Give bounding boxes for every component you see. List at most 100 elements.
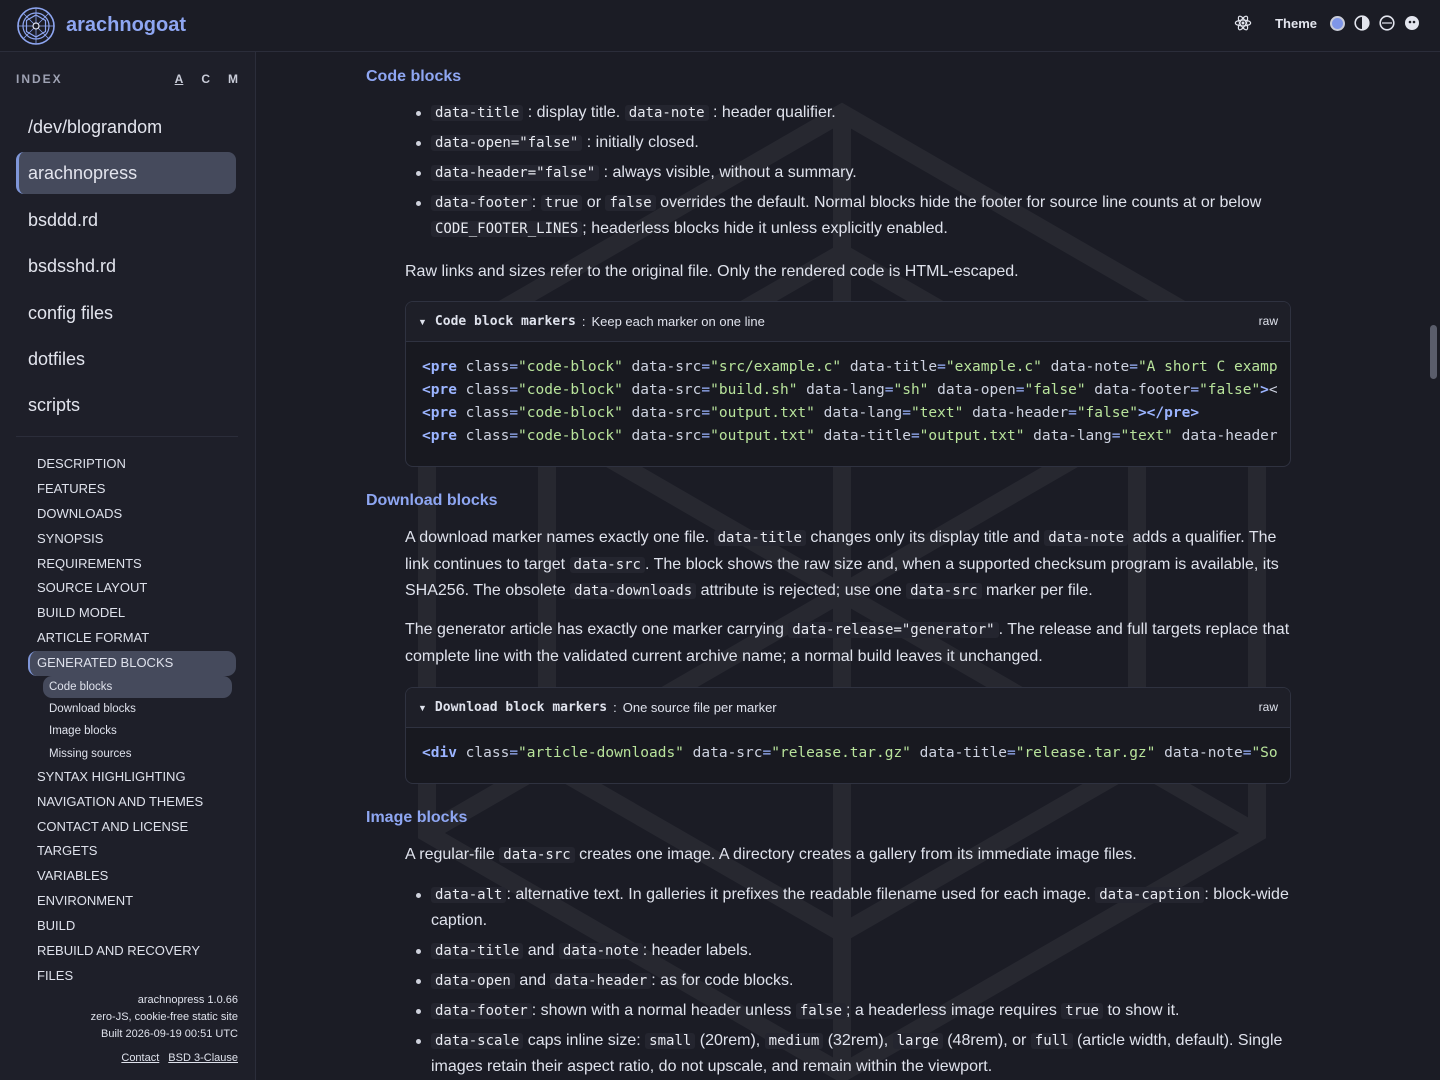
list-item: data-title and data-note: header labels. xyxy=(405,938,1290,964)
list-item-text: : header qualifier. xyxy=(713,104,836,121)
disclosure-triangle-icon[interactable]: ▼ xyxy=(418,703,427,713)
inline-code: CODE_FOOTER_LINES xyxy=(431,221,583,237)
toc-item[interactable]: VARIABLES xyxy=(28,864,236,889)
list-item: data-header="false" : always visible, wi… xyxy=(405,160,1290,186)
list-item-text: overrides the default. Normal blocks hid… xyxy=(660,194,1262,211)
code-line: <div class="article-downloads" data-src=… xyxy=(422,745,1278,761)
index-label: INDEX xyxy=(16,72,63,86)
inline-code: data-header="false" xyxy=(431,165,600,181)
article-list: /dev/blograndom arachnopress bsddd.rd bs… xyxy=(16,106,236,431)
license-link[interactable]: BSD 3-Clause xyxy=(168,1052,238,1064)
inline-code: data-title xyxy=(431,105,524,121)
toc-subitem[interactable]: Download blocks xyxy=(43,698,232,720)
code-listing: <div class="article-downloads" data-src=… xyxy=(406,728,1290,779)
paragraph-text: creates one image. A directory creates a… xyxy=(579,846,1137,863)
paragraph-text: A download marker names exactly one file… xyxy=(405,529,710,546)
article-link[interactable]: /dev/blograndom xyxy=(16,106,236,148)
inline-code: full xyxy=(1030,1033,1073,1049)
article-link[interactable]: config files xyxy=(16,292,236,334)
raw-link[interactable]: raw xyxy=(1259,700,1278,714)
raw-link[interactable]: raw xyxy=(1259,314,1278,328)
article-link[interactable]: scripts xyxy=(16,384,236,426)
paragraph: Raw links and sizes refer to the origina… xyxy=(405,263,1019,280)
build-timestamp: Built 2026-09-19 00:51 UTC xyxy=(101,1028,238,1040)
inline-code: large xyxy=(892,1033,943,1049)
inline-code: data-open xyxy=(431,973,515,989)
top-bar: arachnogoat Theme xyxy=(0,0,1440,52)
toc-subitem-active[interactable]: Code blocks xyxy=(43,676,232,699)
toc-item-active[interactable]: GENERATED BLOCKS xyxy=(28,651,236,677)
toc-item[interactable]: REBUILD AND RECOVERY xyxy=(28,939,236,964)
article-link[interactable]: bsddd.rd xyxy=(16,199,236,241)
paragraph-text: A regular-file xyxy=(405,846,495,863)
toc-item[interactable]: DESCRIPTION xyxy=(28,452,236,477)
theme-light-icon[interactable] xyxy=(1404,15,1420,31)
section-heading-image-blocks[interactable]: Image blocks xyxy=(366,809,467,827)
download-block-markers: ▼ Download block markers : One source fi… xyxy=(405,687,1291,784)
site-logo-icon[interactable] xyxy=(16,6,56,46)
toc-item[interactable]: SYNTAX HIGHLIGHTING xyxy=(28,765,236,790)
toc-item[interactable]: NAVIGATION AND THEMES xyxy=(28,790,236,815)
toc-item[interactable]: CONTACT AND LICENSE xyxy=(28,815,236,840)
code-block-attributes-list: data-title : display title. data-note : … xyxy=(405,100,1290,246)
list-item-text: or xyxy=(586,194,602,211)
disclosure-triangle-icon[interactable]: ▼ xyxy=(418,317,427,327)
toc-subitem[interactable]: Image blocks xyxy=(43,720,232,742)
toc-item[interactable]: ENVIRONMENT xyxy=(28,889,236,914)
list-item-text: (48rem), or xyxy=(947,1032,1027,1049)
code-line: <pre class="code-block" data-src="output… xyxy=(422,405,1200,421)
list-item-text: : xyxy=(531,194,537,211)
toc-item[interactable]: SOURCE LAYOUT xyxy=(28,576,236,601)
toc-subitem[interactable]: Missing sources xyxy=(43,743,232,765)
sidebar: INDEX A C M /dev/blograndom arachnopress… xyxy=(0,52,256,1080)
list-item-text: to show it. xyxy=(1107,1002,1180,1019)
list-item: data-open="false" : initially closed. xyxy=(405,130,1290,156)
sort-modified-button[interactable]: M xyxy=(228,72,238,86)
toc-item[interactable]: BUILD MODEL xyxy=(28,601,236,626)
list-item-text: ; headerless blocks hide it unless expli… xyxy=(582,220,948,237)
inline-code: false xyxy=(795,1003,847,1019)
toc-item[interactable]: REQUIREMENTS xyxy=(28,552,236,577)
site-title[interactable]: arachnogoat xyxy=(66,14,186,37)
inline-code: small xyxy=(645,1033,696,1049)
toc-item[interactable]: ARTICLE FORMAT xyxy=(28,626,236,651)
paragraph: The generator article has exactly one ma… xyxy=(405,617,1290,670)
code-block-header[interactable]: ▼ Download block markers : One source fi… xyxy=(406,688,1290,728)
paragraph: A regular-file data-src creates one imag… xyxy=(405,842,1290,869)
section-heading-download-blocks[interactable]: Download blocks xyxy=(366,492,498,510)
inline-code: true xyxy=(1061,1003,1103,1019)
theme-outline-icon[interactable] xyxy=(1379,15,1395,31)
list-item-text: : display title. xyxy=(527,104,621,121)
page-scrollbar[interactable] xyxy=(1430,325,1437,379)
list-item-text: : header labels. xyxy=(642,942,753,959)
sort-created-button[interactable]: C xyxy=(201,72,210,86)
toc-item[interactable]: FEATURES xyxy=(28,477,236,502)
code-block-note: One source file per marker xyxy=(622,700,777,715)
article-link[interactable]: bsdsshd.rd xyxy=(16,245,236,287)
list-item-text: caps inline size: xyxy=(527,1032,641,1049)
inline-code: data-footer xyxy=(431,1003,532,1019)
sort-alpha-button[interactable]: A xyxy=(175,72,184,86)
tagline-text: zero-JS, cookie-free static site xyxy=(90,1011,238,1023)
inline-code: false xyxy=(605,195,656,211)
theme-contrast-icon[interactable] xyxy=(1354,15,1370,31)
list-item-text: : initially closed. xyxy=(586,134,699,151)
inline-code: data-title xyxy=(431,943,524,959)
code-line: <pre class="code-block" data-src="src/ex… xyxy=(422,359,1278,375)
theme-blue-icon[interactable] xyxy=(1330,15,1345,31)
contact-link[interactable]: Contact xyxy=(121,1052,159,1064)
section-heading-code-blocks[interactable]: Code blocks xyxy=(366,68,461,86)
article-link-active[interactable]: arachnopress xyxy=(16,152,236,195)
toc-item[interactable]: FILES xyxy=(28,964,236,989)
list-item: data-open and data-header: as for code b… xyxy=(405,968,1290,994)
toc-item[interactable]: DOWNLOADS xyxy=(28,502,236,527)
theme-switcher: Theme xyxy=(1234,14,1420,32)
atom-icon[interactable] xyxy=(1234,14,1252,32)
paragraph-text: changes only its display title and xyxy=(810,529,1040,546)
paragraph-text: attribute is rejected; use one xyxy=(700,582,902,599)
article-link[interactable]: dotfiles xyxy=(16,338,236,380)
toc-item[interactable]: TARGETS xyxy=(28,839,236,864)
code-block-header[interactable]: ▼ Code block markers : Keep each marker … xyxy=(406,302,1290,342)
toc-item[interactable]: SYNOPSIS xyxy=(28,527,236,552)
toc-item[interactable]: BUILD xyxy=(28,914,236,939)
